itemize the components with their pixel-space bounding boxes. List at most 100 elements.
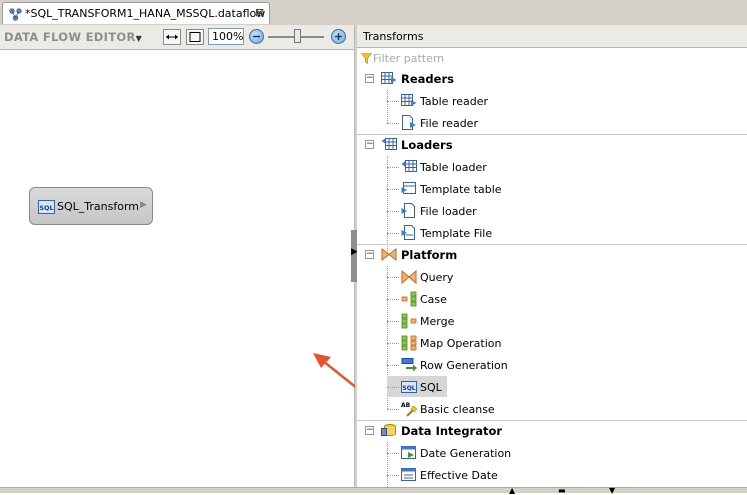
- transform-item-table-reader[interactable]: Table reader: [387, 90, 747, 112]
- editor-toolbar: DATA FLOW EDITOR▼ 100%: [0, 25, 354, 50]
- collapse-icon[interactable]: −: [365, 426, 374, 435]
- dataflow-icon: [9, 8, 22, 21]
- transform-label: Template File: [420, 227, 493, 240]
- query-icon: [401, 269, 417, 285]
- table-loader-icon: [381, 138, 397, 150]
- transform-item-effective-date[interactable]: Effective Date: [387, 464, 747, 486]
- transform-item-file-loader[interactable]: File loader: [387, 200, 747, 222]
- tree-connector: [387, 277, 399, 278]
- transform-label: Merge: [420, 315, 455, 328]
- basic-cleanse-icon: AB: [401, 402, 417, 417]
- category-data-integrator[interactable]: − Data Integrator: [357, 420, 747, 442]
- tree-connector: [387, 101, 399, 102]
- table-reader-icon: [381, 72, 397, 84]
- transform-item-case[interactable]: Case: [387, 288, 747, 310]
- close-icon[interactable]: ⊠: [255, 6, 264, 19]
- sql-icon: SQL: [38, 200, 55, 214]
- caret-down-icon[interactable]: ▼: [609, 486, 615, 495]
- svg-text:AB: AB: [401, 402, 411, 409]
- transform-label: Row Generation: [420, 359, 508, 372]
- transform-label: File reader: [420, 117, 478, 130]
- tree-connector: [387, 387, 399, 388]
- transform-item-map-operation[interactable]: Map Operation: [387, 332, 747, 354]
- category-readers[interactable]: − Readers: [357, 68, 747, 90]
- editor-tab-strip: *SQL_TRANSFORM1_HANA_MSSQL.dataflow ⊠: [0, 0, 747, 26]
- collapse-icon[interactable]: −: [365, 250, 374, 259]
- tree-connector: [387, 475, 399, 476]
- fit-width-button[interactable]: [163, 29, 181, 45]
- transform-label: Map Operation: [420, 337, 502, 350]
- bottom-strip: [0, 487, 747, 493]
- file-loader-icon: [401, 203, 415, 218]
- date-generation-icon: [401, 446, 416, 459]
- sql-icon: SQL: [401, 381, 417, 393]
- category-separator: [357, 244, 747, 245]
- zoom-level-field[interactable]: 100%: [208, 28, 244, 45]
- svg-text:SQL: SQL: [39, 204, 53, 212]
- output-port-icon[interactable]: ▶: [140, 200, 147, 210]
- transform-item-basic-cleanse[interactable]: AB Basic cleanse: [387, 398, 747, 420]
- transform-label: Case: [420, 293, 447, 306]
- transform-item-template-file[interactable]: Template File: [387, 222, 747, 244]
- transforms-panel: Transforms − Readers Table reader File r…: [357, 25, 747, 487]
- fit-page-button[interactable]: [186, 29, 204, 45]
- transforms-header: Transforms: [357, 25, 747, 48]
- transform-label: SQL: [420, 381, 442, 394]
- fit-width-icon: [166, 34, 178, 40]
- plus-icon: [335, 33, 342, 40]
- zoom-in-button[interactable]: [331, 29, 346, 44]
- merge-icon: [401, 313, 417, 329]
- query-icon: [381, 247, 397, 262]
- category-platform[interactable]: − Platform: [357, 244, 747, 266]
- zoom-slider-thumb[interactable]: [294, 29, 301, 43]
- category-separator: [357, 420, 747, 421]
- editor-title-dropdown[interactable]: DATA FLOW EDITOR▼: [4, 30, 142, 44]
- tree-connector: [387, 233, 399, 234]
- category-loaders[interactable]: − Loaders: [357, 134, 747, 156]
- minimize-icon[interactable]: ▬: [558, 486, 566, 495]
- transform-label: Template table: [420, 183, 502, 196]
- transform-item-file-reader[interactable]: File reader: [387, 112, 747, 134]
- tree-connector: [387, 167, 399, 168]
- transform-label: File loader: [420, 205, 477, 218]
- transform-label: Table reader: [420, 95, 489, 108]
- tree-connector: [387, 189, 399, 190]
- transform-label: Date Generation: [420, 447, 512, 460]
- transform-label: Basic cleanse: [420, 403, 495, 416]
- transform-item-sql[interactable]: SQL SQL: [387, 376, 747, 398]
- fit-page-icon: [189, 32, 201, 42]
- collapse-icon[interactable]: −: [365, 74, 374, 83]
- tree-connector: [387, 409, 399, 410]
- transform-item-query[interactable]: Query: [387, 266, 747, 288]
- category-separator: [357, 134, 747, 135]
- dataflow-editor[interactable]: DATA FLOW EDITOR▼ 100% SQL SQL_Transform…: [0, 25, 388, 487]
- editor-tab[interactable]: *SQL_TRANSFORM1_HANA_MSSQL.dataflow ⊠: [2, 2, 270, 24]
- filter-input[interactable]: [373, 50, 743, 66]
- tree-connector: [387, 321, 399, 322]
- transform-label: Query: [420, 271, 454, 284]
- table-reader-icon: [401, 94, 417, 106]
- data-integrator-icon: [381, 424, 396, 436]
- transform-item-template-table[interactable]: Template table: [387, 178, 747, 200]
- file-reader-icon: [402, 115, 416, 130]
- caret-down-icon: ▼: [135, 34, 143, 43]
- category-label: Loaders: [401, 138, 453, 152]
- caret-up-icon[interactable]: ▲: [509, 486, 515, 495]
- sql-transform-node[interactable]: SQL SQL_Transform ▶: [29, 187, 153, 225]
- tree-connector: [387, 365, 399, 366]
- template-file-icon: [401, 225, 415, 240]
- collapse-icon[interactable]: −: [365, 140, 374, 149]
- minus-icon: [253, 35, 260, 38]
- transform-label: Table loader: [420, 161, 487, 174]
- tree-connector: [387, 211, 399, 212]
- transform-item-date-generation[interactable]: Date Generation: [387, 442, 747, 464]
- transform-item-row-generation[interactable]: Row Generation: [387, 354, 747, 376]
- case-icon: [401, 291, 417, 307]
- table-loader-icon: [401, 160, 417, 172]
- category-label: Readers: [401, 72, 454, 86]
- transform-item-table-loader[interactable]: Table loader: [387, 156, 747, 178]
- editor-title: DATA FLOW EDITOR: [4, 30, 136, 44]
- zoom-out-button[interactable]: [249, 29, 264, 44]
- transform-item-merge[interactable]: Merge: [387, 310, 747, 332]
- category-label: Data Integrator: [401, 424, 503, 438]
